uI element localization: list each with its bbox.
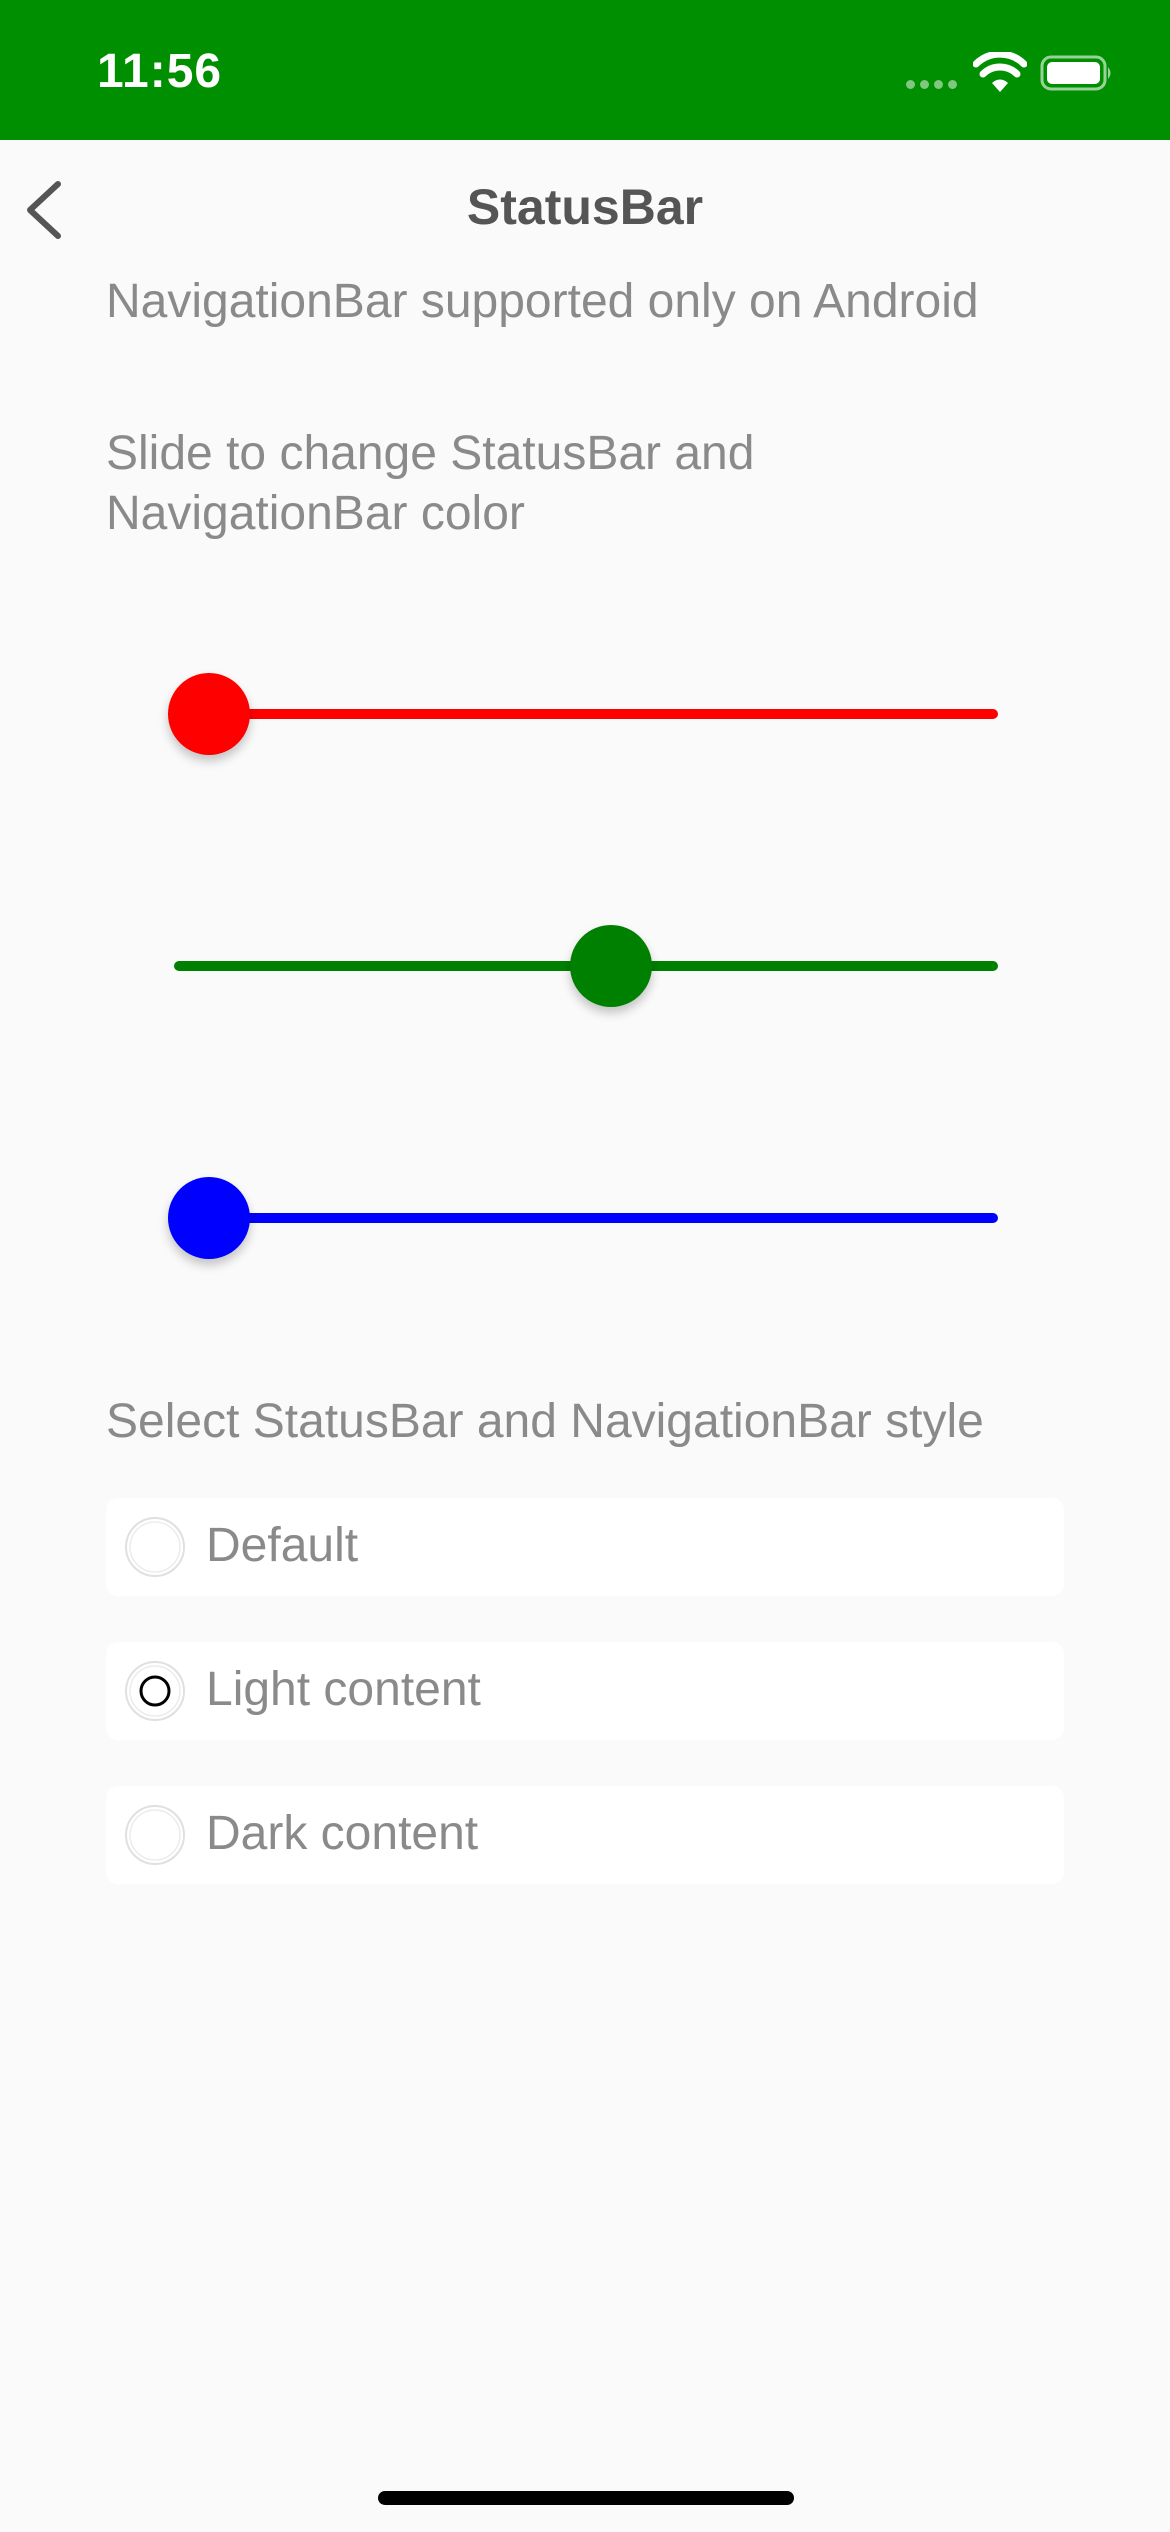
navigation-header: StatusBar [0,140,1170,270]
red-slider-track[interactable] [174,709,998,719]
home-indicator[interactable] [378,2491,794,2505]
slide-instruction: Slide to change StatusBar and Navigation… [106,427,755,540]
status-bar: 11:56 [0,0,1170,140]
style-option-dark-content[interactable]: Dark content [106,1786,1064,1884]
cellular-signal-icon [906,80,960,90]
style-option-label: Dark content [206,1807,479,1860]
red-slider[interactable] [168,668,1008,758]
green-slider-thumb[interactable] [570,925,652,1007]
blue-slider-thumb[interactable] [168,1177,250,1259]
green-slider[interactable] [168,920,1008,1010]
style-option-label: Light content [206,1663,481,1716]
style-option-label: Default [206,1519,359,1572]
page-title: StatusBar [466,179,704,235]
style-heading: Select StatusBar and NavigationBar style [106,1395,984,1448]
radio-checked-icon[interactable] [124,1660,186,1722]
blue-slider-track[interactable] [174,1213,998,1223]
radio-unchecked-icon[interactable] [124,1516,186,1578]
style-option-default[interactable]: Default [106,1498,1064,1596]
battery-icon [1040,55,1111,91]
style-option-light-content[interactable]: Light content [106,1642,1064,1740]
android-only-note: NavigationBar supported only on Android [106,275,979,328]
status-time: 11:56 [97,45,223,98]
red-slider-thumb[interactable] [168,673,250,755]
blue-slider[interactable] [168,1172,1008,1262]
wifi-icon [973,52,1027,92]
radio-unchecked-icon[interactable] [124,1804,186,1866]
